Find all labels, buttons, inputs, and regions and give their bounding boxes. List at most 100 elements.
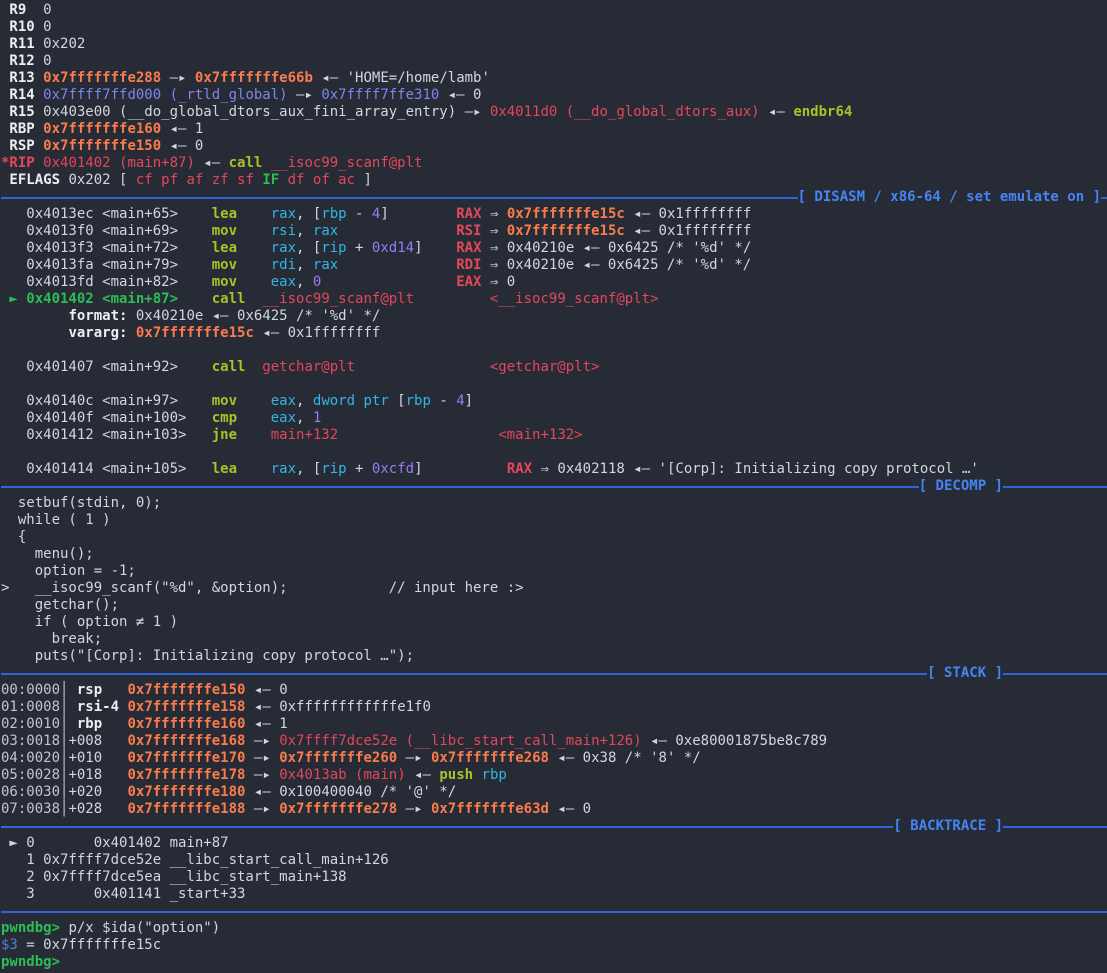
stack-line: 02:0010│ rbp 0x7fffffffe160 ◂— 1 — [1, 716, 1107, 733]
text-segment: mov — [212, 223, 237, 239]
registers-line: R13 0x7fffffffe288 —▸ 0x7fffffffe66b ◂— … — [1, 70, 1107, 87]
registers-line: R10 0 — [1, 19, 1107, 36]
text-segment: —▸ — [397, 750, 431, 766]
gdb-prompt-input-line[interactable]: pwndbg> — [1, 954, 1107, 971]
text-segment — [102, 682, 127, 698]
text-segment: 4 — [456, 393, 464, 409]
text-segment: $3 — [1, 937, 18, 953]
text-segment: —▸ — [161, 70, 195, 86]
text-segment: ► 0x401402 <main+87> — [1, 291, 178, 307]
text-segment: call — [212, 291, 246, 307]
text-segment: cmp — [212, 410, 237, 426]
text-segment: —▸ — [245, 750, 279, 766]
text-segment: R12 — [1, 53, 43, 69]
text-segment: 0x7fffffffe15c — [507, 223, 625, 239]
text-segment: 0x7fffffffe180 — [127, 784, 245, 800]
text-segment: pwndbg> — [1, 920, 68, 936]
disasm-line: vararg: 0x7fffffffe15c ◂— 0x1ffffffff — [1, 325, 1107, 342]
disasm-header: [ DISASM / x86-64 / set emulate on ] — [1, 189, 1107, 206]
text-segment: ◂— — [760, 104, 794, 120]
disasm-line: 0x40140f <main+100> cmp eax, 1 — [1, 410, 1107, 427]
text-segment: getchar(); — [1, 597, 119, 613]
text-segment: RBP — [1, 121, 43, 137]
text-segment — [338, 257, 456, 273]
decomp-line: { — [1, 529, 1107, 546]
disasm-line: 0x4013f3 <main+72> lea rax, [rip + 0xd14… — [1, 240, 1107, 257]
text-segment: [ — [389, 393, 406, 409]
text-segment: 0x7fffffffe15c — [136, 325, 254, 341]
text-segment: 0x40140f <main+100> — [1, 410, 212, 426]
text-segment: puts("[Corp]: Initializing copy protocol… — [1, 648, 414, 664]
text-segment — [1, 308, 68, 324]
text-segment: ◂— 0 — [549, 801, 591, 817]
text-segment: 0x401412 <main+103> — [1, 427, 212, 443]
text-segment: 0x401407 <main+92> — [1, 359, 212, 375]
text-segment: lea — [212, 461, 237, 477]
gdb-prompt-line: pwndbg> p/x $ida("option") — [1, 920, 1107, 937]
text-segment: eax — [271, 393, 296, 409]
text-segment: 0x7ffff7ffd000 (_rtld_global) — [43, 87, 287, 103]
text-segment: , [ — [296, 240, 321, 256]
text-segment — [245, 291, 262, 307]
text-segment: —▸ — [288, 87, 322, 103]
backtrace-line: 2 0x7ffff7dce5ea __libc_start_main+138 — [1, 869, 1107, 886]
text-segment — [237, 427, 271, 443]
disasm-line: 0x4013ec <main+65> lea rax, [rbp - 4] RA… — [1, 206, 1107, 223]
text-segment: break; — [1, 631, 102, 647]
disasm-line: ► 0x401402 <main+87> call __isoc99_scanf… — [1, 291, 1107, 308]
text-segment: ◂— 0 — [245, 682, 287, 698]
registers-line: R14 0x7ffff7ffd000 (_rtld_global) —▸ 0x7… — [1, 87, 1107, 104]
text-segment: IF — [262, 172, 279, 188]
text-segment — [127, 325, 135, 341]
text-segment: ⇒ — [482, 206, 507, 222]
text-segment: EFLAGS — [1, 172, 68, 188]
disasm-pane: [ DISASM / x86-64 / set emulate on ] 0x4… — [1, 189, 1107, 478]
text-segment — [1, 325, 68, 341]
text-segment: mov — [212, 274, 237, 290]
text-segment: endbr64 — [793, 104, 852, 120]
disasm-line: 0x4013fd <main+82> mov eax, 0 EAX ⇒ 0 — [1, 274, 1107, 291]
text-segment: 0x7fffffffe178 — [127, 767, 245, 783]
text-segment — [178, 291, 212, 307]
text-segment — [237, 223, 271, 239]
text-segment: 0 — [43, 2, 51, 18]
text-segment: cf pf af zf sf — [127, 172, 262, 188]
text-segment: rip — [321, 461, 346, 477]
text-segment: , — [296, 393, 313, 409]
registers-line: R11 0x202 — [1, 36, 1107, 53]
text-segment: rbp — [482, 767, 507, 783]
text-segment: , [ — [296, 206, 321, 222]
text-segment: 0x7fffffffe150 — [127, 682, 245, 698]
text-segment: 0 — [43, 53, 51, 69]
text-segment: 0x7fffffffe268 — [431, 750, 549, 766]
decomp-line: while ( 1 ) — [1, 512, 1107, 529]
text-segment: , — [296, 257, 313, 273]
text-segment: 0x7fffffffe260 — [279, 750, 397, 766]
text-segment: R13 — [1, 70, 43, 86]
text-segment: if ( option ≠ 1 ) — [1, 614, 178, 630]
stack-line: 05:0028│+018 0x7fffffffe178 —▸ 0x4013ab … — [1, 767, 1107, 784]
disasm-line — [1, 376, 1107, 393]
text-segment: 05:0028 — [1, 767, 60, 783]
text-segment — [237, 461, 271, 477]
separator-line — [1, 826, 893, 828]
registers-line: R15 0x403e00 (__do_global_dtors_aux_fini… — [1, 104, 1107, 121]
text-segment: ] — [380, 206, 388, 222]
text-segment: 0x4013f3 <main+72> — [1, 240, 212, 256]
text-segment: 0x7fffffffe168 — [127, 733, 245, 749]
disasm-line: 0x401407 <main+92> call getchar@plt <get… — [1, 359, 1107, 376]
terminal: R9 0 R10 0 R11 0x202 R12 0 R13 0x7ffffff… — [0, 0, 1107, 973]
text-segment: ◂— 0x38 /* '8' */ — [549, 750, 701, 766]
text-segment: 0x4013fd <main+82> — [1, 274, 212, 290]
text-segment: p/x $ida("option") — [68, 920, 220, 936]
text-segment: EAX — [456, 274, 481, 290]
text-segment: 0x7fffffffe278 — [279, 801, 397, 817]
stack-line: 00:0000│ rsp 0x7fffffffe150 ◂— 0 — [1, 682, 1107, 699]
separator-line — [1003, 486, 1107, 488]
text-segment: = 0x7fffffffe15c — [18, 937, 161, 953]
text-segment: 0x7fffffffe160 — [127, 716, 245, 732]
text-segment: ⇒ 0 — [481, 274, 515, 290]
text-segment: —▸ — [245, 767, 279, 783]
text-segment: 0x202 [ — [68, 172, 127, 188]
separator-line — [1101, 197, 1107, 199]
